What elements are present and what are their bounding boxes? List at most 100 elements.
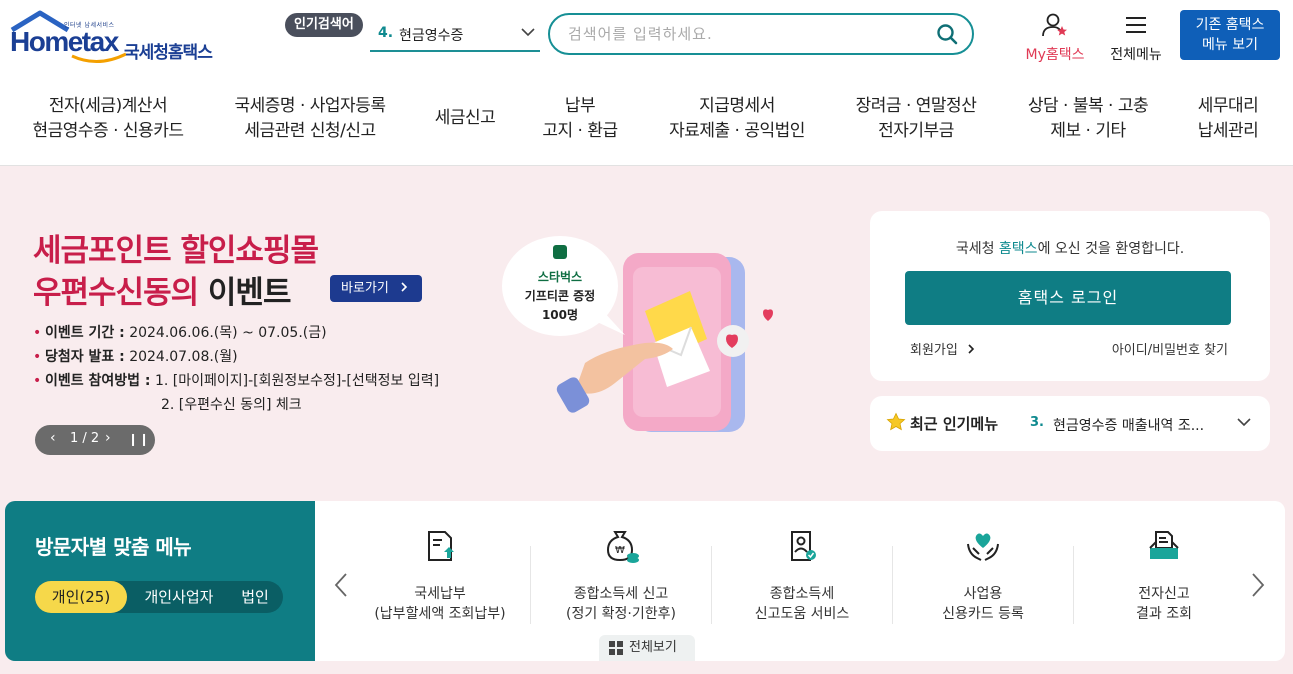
- phone-gift-illustration: 스타벅스 기프티콘 증정 100명: [502, 236, 773, 432]
- heart-hands-icon: [967, 533, 999, 561]
- visitor-menu-title: 방문자별 맞춤 메뉴: [35, 535, 192, 559]
- tab-corporation[interactable]: 법인: [231, 581, 279, 613]
- nav-payment[interactable]: 납부 고지 · 환급: [530, 94, 630, 144]
- hamburger-menu-icon: [1126, 17, 1146, 33]
- all-menu-label: 전체메뉴: [1110, 47, 1162, 63]
- quick-menu-panel: 국세납부 (납부할세액 조회납부) ₩ 종합소득세 신고 (정기 확정·기한후)…: [315, 501, 1285, 661]
- nav-label: 납부: [564, 96, 596, 116]
- signup-link[interactable]: 회원가입: [910, 339, 976, 358]
- next-arrow-icon[interactable]: ›: [105, 430, 111, 446]
- money-bag-icon: ₩: [606, 531, 639, 563]
- detail-value: 2024.07.08.(월): [124, 349, 238, 365]
- nav-label: 상담 · 불복 · 고충: [1027, 96, 1149, 116]
- chevron-down-icon: [521, 28, 535, 37]
- detail-value: 1. [마이페이지]-[회원정보수정]-[선택정보 입력]: [150, 373, 440, 389]
- nav-sublabel: 제보 · 기타: [1050, 121, 1126, 141]
- old-hometax-menu-button[interactable]: 기존 홈택스 메뉴 보기: [1180, 10, 1280, 60]
- winner-announce-row: • 당첨자 발표 : 2024.07.08.(월): [33, 349, 238, 365]
- quick-menu-tax-payment[interactable]: 국세납부 (납부할세액 조회납부): [350, 526, 530, 624]
- welcome-text: 국세청 홈택스에 오신 것을 환영합니다.: [870, 238, 1270, 258]
- recent-popular-menu[interactable]: 최근 인기메뉴 3. 현금영수증 매출내역 조...: [870, 396, 1270, 451]
- logo-korean-name: 국세청홈택스: [124, 43, 213, 63]
- nav-sublabel: 전자기부금: [878, 121, 954, 141]
- nav-label: 지급명세서: [699, 96, 775, 116]
- prev-arrow-icon[interactable]: [333, 571, 349, 599]
- search-box: [548, 13, 974, 55]
- prev-arrow-icon[interactable]: ‹: [50, 430, 56, 446]
- nav-sublabel: 고지 · 환급: [542, 121, 618, 141]
- nav-label: 국세증명 · 사업자등록: [234, 96, 386, 116]
- event-title-suffix: 이벤트: [198, 275, 292, 311]
- nav-sublabel: 현금영수증 · 신용카드: [32, 121, 184, 141]
- quick-menu-e-filing-result[interactable]: 전자신고 결과 조회: [1074, 526, 1254, 624]
- welcome-part1: 국세청: [955, 241, 999, 257]
- pause-icon[interactable]: ❙❙: [128, 432, 150, 446]
- tab-individual-business[interactable]: 개인사업자: [133, 581, 225, 613]
- nav-e-invoice[interactable]: 전자(세금)계산서 현금영수증 · 신용카드: [28, 94, 188, 144]
- nav-label: 장려금 · 연말정산: [855, 96, 977, 116]
- nav-tax-filing[interactable]: 세금신고: [426, 106, 504, 131]
- view-all-button[interactable]: 전체보기: [599, 635, 695, 661]
- quick-menu-income-tax-filing[interactable]: ₩ 종합소득세 신고 (정기 확정·기한후): [531, 526, 711, 624]
- nav-label: 전자(세금)계산서: [48, 96, 168, 116]
- nav-sublabel: 자료제출 · 공익법인: [669, 121, 805, 141]
- next-arrow-icon[interactable]: [1250, 571, 1266, 599]
- quick-menu-income-tax-help[interactable]: 종합소득세 신고도움 서비스: [712, 526, 892, 624]
- event-title-line1: 세금포인트 할인쇼핑몰: [33, 233, 319, 269]
- hometax-logo[interactable]: 인터넷 납세서비스 Hometax 국세청홈택스: [8, 10, 223, 64]
- quick-menu-label: 종합소득세 신고 (정기 확정·기한후): [566, 586, 676, 622]
- nav-payment-statement[interactable]: 지급명세서 자료제출 · 공익법인: [662, 94, 812, 144]
- old-menu-line1: 기존 홈택스: [1195, 17, 1265, 33]
- bubble-line3: 100명: [542, 308, 578, 322]
- signup-label: 회원가입: [910, 343, 958, 358]
- popular-keyword: 현금영수증: [399, 28, 464, 44]
- main-navigation: 전자(세금)계산서 현금영수증 · 신용카드 국세증명 · 사업자등록 세금관련…: [0, 80, 1293, 166]
- go-now-button[interactable]: 바로가기: [330, 275, 422, 302]
- nav-tax-certificate[interactable]: 국세증명 · 사업자등록 세금관련 신청/신고: [226, 94, 394, 144]
- detail-value: 2024.06.06.(목) ~ 07.05.(금): [124, 325, 327, 341]
- header: 인터넷 납세서비스 Hometax 국세청홈택스 인기검색어 4. 현금영수증 …: [0, 0, 1293, 80]
- user-star-icon: [1042, 13, 1067, 37]
- event-details: • 이벤트 기간 : 2024.06.06.(목) ~ 07.05.(금) • 당첨…: [33, 321, 439, 417]
- quick-menu-label: 국세납부 (납부할세액 조회납부): [374, 586, 506, 622]
- find-id-password-link[interactable]: 아이디/비밀번호 찾기: [1112, 339, 1228, 358]
- help-document-icon: [791, 531, 816, 561]
- detail-key: 이벤트 기간 :: [45, 325, 125, 341]
- tab-individual[interactable]: 개인(25): [35, 581, 127, 613]
- popular-search-badge: 인기검색어: [285, 13, 363, 37]
- svg-text:₩: ₩: [615, 545, 625, 556]
- nav-label: 세무대리: [1197, 96, 1259, 116]
- grid-icon: [609, 641, 623, 655]
- event-title-line2: 우편수신동의: [33, 275, 199, 311]
- popular-search-dropdown[interactable]: 4. 현금영수증: [370, 18, 540, 52]
- nav-incentive[interactable]: 장려금 · 연말정산 전자기부금: [848, 94, 984, 144]
- star-icon: [886, 412, 906, 431]
- login-button[interactable]: 홈택스 로그인: [905, 271, 1231, 325]
- detail-key: 이벤트 참여방법 :: [45, 373, 151, 389]
- my-hometax-button[interactable]: My홈택스: [1018, 12, 1092, 64]
- welcome-part2: 에 오신 것을 환영합니다.: [1037, 241, 1185, 257]
- quick-menu-label: 전자신고 결과 조회: [1136, 586, 1192, 622]
- all-menu-button[interactable]: 전체메뉴: [1104, 12, 1168, 64]
- nav-consultation[interactable]: 상담 · 불복 · 고충 제보 · 기타: [1018, 94, 1158, 144]
- recent-menu-item: 현금영수증 매출내역 조...: [1053, 418, 1205, 434]
- search-input[interactable]: [568, 23, 928, 45]
- recent-rank: 3.: [1030, 415, 1044, 430]
- nav-tax-agent[interactable]: 세무대리 납세관리: [1190, 94, 1266, 144]
- quick-menu-business-card[interactable]: 사업용 신용카드 등록: [893, 526, 1073, 624]
- nav-sublabel: 세금관련 신청/신고: [244, 121, 376, 141]
- chevron-right-icon: [968, 344, 975, 354]
- old-menu-line2: 메뉴 보기: [1202, 37, 1258, 53]
- banner-pager: ‹ 1 / 2 › ❙❙: [35, 425, 155, 455]
- popular-rank: 4.: [378, 25, 394, 41]
- welcome-highlight: 홈택스: [998, 241, 1038, 257]
- tax-payment-icon: [428, 531, 454, 561]
- document-tray-icon: [1149, 531, 1179, 559]
- search-icon[interactable]: [936, 23, 958, 45]
- visitor-menu-panel: 방문자별 맞춤 메뉴 개인(25) 개인사업자 법인: [5, 501, 315, 661]
- event-period-row: • 이벤트 기간 : 2024.06.06.(목) ~ 07.05.(금): [33, 325, 327, 341]
- go-now-label: 바로가기: [341, 281, 389, 296]
- bubble-line1: 스타벅스: [538, 269, 582, 284]
- nav-label: 세금신고: [434, 108, 496, 128]
- event-title: 세금포인트 할인쇼핑몰 우편수신동의 이벤트: [33, 230, 319, 314]
